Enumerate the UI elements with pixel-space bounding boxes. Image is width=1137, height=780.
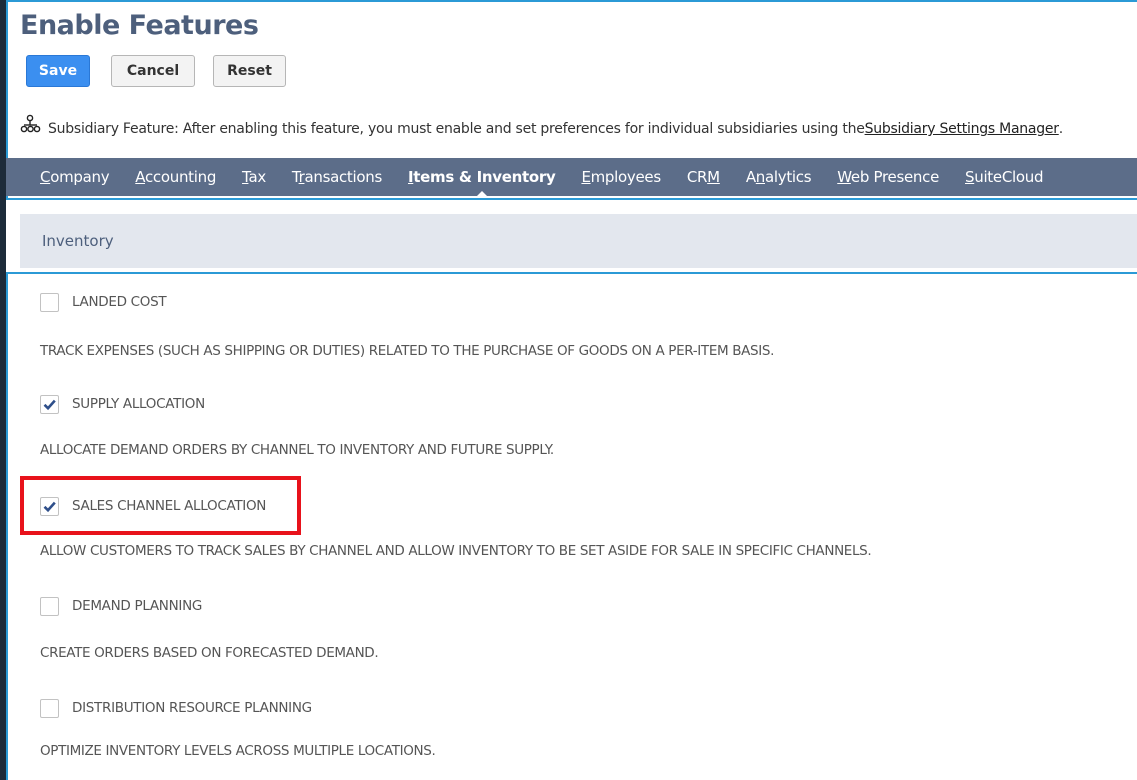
feature-description: ALLOCATE DEMAND ORDERS BY CHANNEL TO INV…	[40, 442, 554, 458]
feature-description: CREATE ORDERS BASED ON FORECASTED DEMAND…	[40, 645, 379, 661]
reset-button[interactable]: Reset	[213, 55, 286, 87]
tab-suitecloud[interactable]: SuiteCloud	[965, 168, 1043, 186]
feature-description: OPTIMIZE INVENTORY LEVELS ACROSS MULTIPL…	[40, 743, 436, 759]
section-title: Inventory	[42, 232, 114, 250]
subsidiary-notice: Subsidiary Feature: After enabling this …	[20, 114, 1063, 140]
tab-items-inventory[interactable]: Items & Inventory	[408, 168, 556, 186]
demand-planning-checkbox[interactable]	[40, 597, 59, 616]
tab-analytics[interactable]: Analytics	[746, 168, 812, 186]
feature-label: DISTRIBUTION RESOURCE PLANNING	[72, 700, 312, 716]
tab-company[interactable]: Company	[40, 168, 110, 186]
save-button[interactable]: Save	[26, 55, 90, 87]
landed-cost-checkbox[interactable]	[40, 293, 59, 312]
feature-label: LANDED COST	[72, 294, 167, 310]
feature-tabs: Company Accounting Tax Transactions Item…	[6, 158, 1137, 196]
feature-description: ALLOW CUSTOMERS TO TRACK SALES BY CHANNE…	[40, 543, 872, 559]
cancel-button[interactable]: Cancel	[111, 55, 195, 87]
inventory-section: Inventory	[6, 198, 1137, 274]
notice-text: Subsidiary Feature: After enabling this …	[48, 121, 865, 137]
top-border	[6, 0, 1137, 2]
page-frame	[6, 0, 1137, 780]
checkmark-icon	[43, 399, 56, 411]
feature-description: TRACK EXPENSES (SUCH AS SHIPPING OR DUTI…	[40, 343, 775, 359]
tab-web-presence[interactable]: Web Presence	[837, 168, 939, 186]
subsidiary-settings-manager-link[interactable]: Subsidiary Settings Manager	[865, 121, 1059, 137]
tab-accounting[interactable]: Accounting	[135, 168, 216, 186]
tab-transactions[interactable]: Transactions	[292, 168, 382, 186]
page-title: Enable Features	[20, 10, 259, 41]
subsidiary-hierarchy-icon	[20, 114, 41, 133]
tab-employees[interactable]: Employees	[581, 168, 661, 186]
feature-label: SUPPLY ALLOCATION	[72, 396, 205, 412]
tab-tax[interactable]: Tax	[242, 168, 266, 186]
section-header: Inventory	[20, 214, 1137, 268]
feature-label: DEMAND PLANNING	[72, 598, 203, 614]
notice-end: .	[1058, 121, 1063, 137]
supply-allocation-checkbox[interactable]	[40, 395, 59, 414]
tab-crm[interactable]: CRM	[687, 168, 720, 186]
distribution-resource-planning-checkbox[interactable]	[40, 699, 59, 718]
highlight-box	[20, 476, 301, 535]
